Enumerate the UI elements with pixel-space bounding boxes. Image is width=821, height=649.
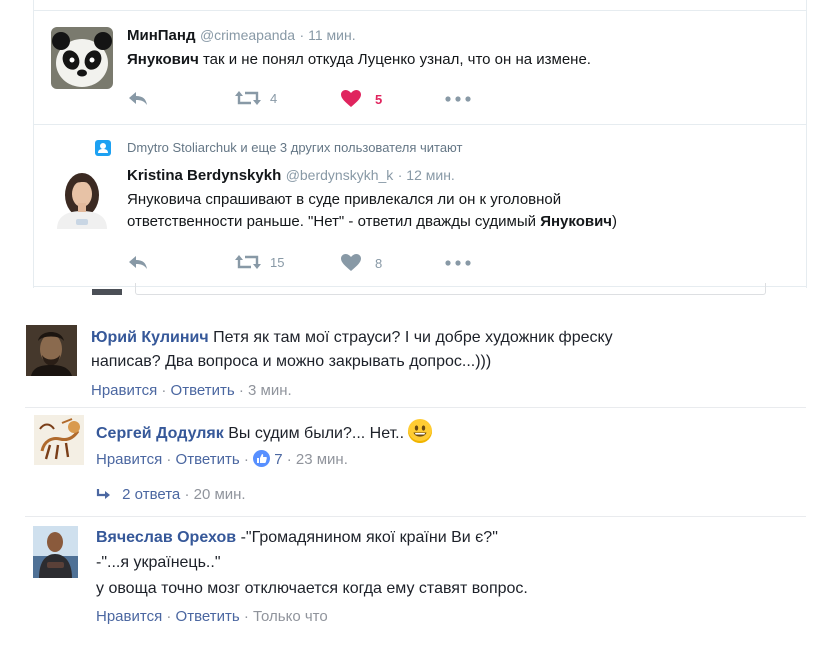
retweet-icon xyxy=(235,91,261,105)
like-link[interactable]: Нравится xyxy=(96,451,162,468)
reply-arrow-icon xyxy=(96,489,110,499)
replies-time[interactable]: 20 мин. xyxy=(194,486,246,503)
more-icon xyxy=(445,96,471,102)
separator: · xyxy=(166,608,172,625)
twitter-timeline: МинПанд @crimeapanda · 11 мин. Янукович … xyxy=(33,0,807,288)
like-count: 8 xyxy=(375,255,383,271)
avatar-yuriy[interactable] xyxy=(26,325,77,376)
comment-input[interactable] xyxy=(135,283,766,295)
divider xyxy=(34,10,806,11)
tweet-text-line2: ответственности раньше. "Нет" - ответил … xyxy=(127,211,617,233)
tweet-author-handle[interactable]: @berdynskykh_k xyxy=(286,167,394,183)
replies-row: 2 ответа · 20 мин. xyxy=(96,486,246,503)
separator: · xyxy=(166,451,172,468)
separator: · xyxy=(286,451,292,468)
reply-icon xyxy=(129,256,147,269)
more-icon xyxy=(445,260,471,266)
comment-time[interactable]: 3 мин. xyxy=(248,382,292,399)
reply-link[interactable]: Ответить xyxy=(176,608,240,625)
divider xyxy=(34,124,806,125)
comment-text: -"Громадянином якої країни Ви є?" xyxy=(236,529,498,546)
separator: · xyxy=(161,382,167,399)
tweet-author-name[interactable]: МинПанд xyxy=(127,27,195,44)
comment-author[interactable]: Сергей Додуляк xyxy=(96,425,224,442)
tweet-header: МинПанд @crimeapanda · 11 мин. xyxy=(127,27,356,45)
heart-icon xyxy=(341,254,361,271)
comment-author[interactable]: Вячеслав Орехов xyxy=(96,529,236,546)
like-link[interactable]: Нравится xyxy=(91,382,157,399)
comment-author[interactable]: Юрий Кулинич xyxy=(91,329,209,346)
avatar-minpand[interactable] xyxy=(51,27,113,89)
replies-link[interactable]: 2 ответа xyxy=(122,486,180,503)
tweet-header: Kristina Berdynskykh @berdynskykh_k · 12… xyxy=(127,167,455,185)
comment-line: Вячеслав Орехов -"Громадянином якої краї… xyxy=(96,527,498,549)
more-button[interactable] xyxy=(445,260,471,266)
tweet-text-bold: Янукович xyxy=(127,51,199,68)
avatar-sergey[interactable] xyxy=(34,415,84,465)
tweet-text-line1: Януковича спрашивают в суде привлекался … xyxy=(127,191,562,208)
avatar-kristina[interactable] xyxy=(51,167,113,229)
tweet-actions: 15 8 xyxy=(127,254,487,274)
comment-meta: Нравится · Ответить · 7 · 23 мин. xyxy=(96,450,348,468)
like-reaction-icon[interactable] xyxy=(253,450,271,467)
separator: · xyxy=(243,451,249,468)
comment-text: Петя як там мої страуси? І чи добре худо… xyxy=(208,329,613,346)
retweet-button[interactable]: 15 xyxy=(235,254,284,270)
avatar-vyacheslav[interactable] xyxy=(33,526,78,578)
comment-time[interactable]: Только что xyxy=(253,608,328,625)
tweet-text-part: ) xyxy=(612,213,618,230)
smile-emoji-icon xyxy=(408,419,433,443)
divider xyxy=(25,516,806,517)
separator: · xyxy=(184,486,190,503)
reply-button[interactable] xyxy=(127,90,149,106)
tweet-author-handle[interactable]: @crimeapanda xyxy=(200,27,295,43)
retweet-button[interactable]: 4 xyxy=(235,90,277,106)
comment-meta: Нравится · Ответить · Только что xyxy=(96,608,328,625)
reply-button[interactable] xyxy=(127,254,149,270)
tweet-text: Янукович так и не понял откуда Луценко у… xyxy=(127,49,591,71)
comment-line: Юрий Кулинич Петя як там мої страуси? І … xyxy=(91,327,613,349)
tweet-text-rest: так и не понял откуда Луценко узнал, что… xyxy=(198,51,591,68)
tweet-text: Януковича спрашивают в суде привлекался … xyxy=(127,189,617,233)
comment-time[interactable]: 23 мин. xyxy=(296,451,348,468)
comment-line: -"...я українець.." xyxy=(96,554,221,571)
comment-line: Сергей Додуляк Вы судим были?... Нет.. xyxy=(96,419,433,445)
retweet-count: 15 xyxy=(270,254,285,270)
follow-context-text[interactable]: Dmytro Stoliarchuk и еще 3 других пользо… xyxy=(127,140,462,155)
reply-link[interactable]: Ответить xyxy=(171,382,235,399)
more-button[interactable] xyxy=(445,96,471,102)
reaction-count[interactable]: 7 xyxy=(274,451,282,468)
like-button[interactable]: 5 xyxy=(341,90,382,108)
tweet-text-bold: Янукович xyxy=(540,213,613,230)
comment-meta: Нравится · Ответить · 3 мин. xyxy=(91,382,292,399)
like-count: 5 xyxy=(375,91,383,107)
tweet-time[interactable]: · 12 мин. xyxy=(398,167,455,183)
avatar xyxy=(92,289,122,295)
tweet-text-part: ответственности раньше. "Нет" - ответил … xyxy=(127,213,541,230)
separator: · xyxy=(243,608,249,625)
heart-icon xyxy=(341,90,361,107)
retweet-count: 4 xyxy=(270,90,278,106)
facebook-comments: Юрий Кулинич Петя як там мої страуси? І … xyxy=(25,283,806,649)
divider xyxy=(25,407,806,408)
tweet-actions: 4 5 xyxy=(127,90,487,110)
like-link[interactable]: Нравится xyxy=(96,608,162,625)
follow-context-icon xyxy=(95,140,111,156)
retweet-icon xyxy=(235,255,261,269)
comment-text: Вы судим были?... Нет.. xyxy=(223,425,405,442)
separator: · xyxy=(238,382,244,399)
reply-icon xyxy=(129,92,147,105)
tweet-author-name[interactable]: Kristina Berdynskykh xyxy=(127,167,281,184)
comment-line: у овоща точно мозг отключается когда ему… xyxy=(96,580,528,597)
like-button[interactable]: 8 xyxy=(341,254,382,272)
comment-input-strip xyxy=(25,283,806,297)
reply-link[interactable]: Ответить xyxy=(176,451,240,468)
tweet-time[interactable]: · 11 мин. xyxy=(300,27,356,43)
comment-line: написав? Два вопроса и можно закрывать д… xyxy=(91,353,492,370)
